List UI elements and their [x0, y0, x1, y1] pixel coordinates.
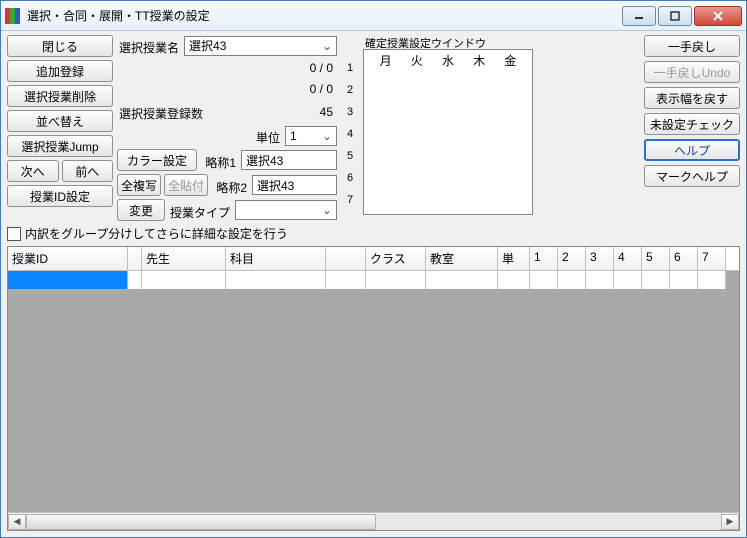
period-numbers: 1 2 3 4 5 6 7	[341, 35, 359, 221]
undo-redo-button[interactable]: 一手戻しUndo	[644, 61, 740, 83]
delete-selected-button[interactable]: 選択授業削除	[7, 85, 113, 107]
table-row[interactable]	[8, 271, 739, 289]
unit-label: 単位	[254, 125, 282, 146]
class-id-settings-button[interactable]: 授業ID設定	[7, 185, 113, 207]
maximize-button[interactable]	[658, 6, 692, 26]
scroll-thumb[interactable]	[26, 514, 376, 530]
selected-class-name-select[interactable]: 選択43 ⌄	[184, 36, 337, 56]
col-7[interactable]: 7	[698, 247, 726, 270]
grid-header: 授業ID 先生 科目 クラス 教室 単 1 2 3 4 5 6 7	[8, 247, 739, 271]
window-title: 選択・合同・展開・TT授業の設定	[27, 7, 622, 24]
undo-button[interactable]: 一手戻し	[644, 35, 740, 57]
col-blank-2[interactable]	[326, 247, 366, 270]
col-5[interactable]: 5	[642, 247, 670, 270]
change-button[interactable]: 変更	[117, 199, 165, 221]
col-3[interactable]: 3	[586, 247, 614, 270]
abbr1-label: 略称1	[200, 150, 238, 171]
selected-cell[interactable]	[8, 271, 128, 289]
add-register-button[interactable]: 追加登録	[7, 60, 113, 82]
unit-value: 1	[290, 129, 297, 143]
scroll-track[interactable]	[26, 514, 721, 530]
scroll-right-button[interactable]: ▶	[721, 514, 739, 530]
help-button[interactable]: ヘルプ	[644, 139, 740, 161]
reg-count-value: 45	[320, 105, 337, 119]
reg-count-label: 選択授業登録数	[117, 101, 317, 122]
abbr1-field[interactable]: 選択43	[241, 150, 337, 170]
mark-help-button[interactable]: マークヘルプ	[644, 165, 740, 187]
next-button[interactable]: 次へ	[7, 160, 59, 182]
color-settings-button[interactable]: カラー設定	[117, 149, 197, 171]
col-teacher[interactable]: 先生	[142, 247, 226, 270]
day-headers: 月 火 水 木 金	[364, 50, 532, 71]
group-detail-checkbox[interactable]	[7, 227, 21, 241]
copy-all-button[interactable]: 全複写	[117, 174, 161, 196]
col-room[interactable]: 教室	[426, 247, 498, 270]
selected-class-name-value: 選択43	[189, 37, 226, 54]
abbr2-label: 略称2	[211, 175, 249, 196]
chevron-down-icon: ⌄	[320, 203, 334, 217]
minimize-button[interactable]	[622, 6, 656, 26]
chevron-down-icon: ⌄	[320, 39, 334, 53]
prev-button[interactable]: 前へ	[62, 160, 114, 182]
abbr2-field[interactable]: 選択43	[252, 175, 337, 195]
col-unit[interactable]: 単	[498, 247, 530, 270]
close-button[interactable]: 閉じる	[7, 35, 113, 57]
ratio-1: 0 / 0	[117, 59, 337, 77]
title-bar: 選択・合同・展開・TT授業の設定	[1, 1, 746, 31]
col-1[interactable]: 1	[530, 247, 558, 270]
class-type-label: 授業タイプ	[168, 200, 232, 221]
unit-select[interactable]: 1 ⌄	[285, 126, 337, 146]
unset-check-button[interactable]: 未設定チェック	[644, 113, 740, 135]
fixed-schedule-grid[interactable]: 月 火 水 木 金	[363, 49, 533, 215]
group-detail-label: 内訳をグループ分けしてさらに詳細な設定を行う	[25, 225, 288, 242]
ratio-2: 0 / 0	[117, 80, 337, 98]
horizontal-scrollbar[interactable]: ◀ ▶	[8, 512, 739, 530]
selected-class-name-label: 選択授業名	[117, 35, 181, 56]
close-window-button[interactable]	[694, 6, 742, 26]
col-4[interactable]: 4	[614, 247, 642, 270]
col-subject[interactable]: 科目	[226, 247, 326, 270]
col-6[interactable]: 6	[670, 247, 698, 270]
col-class-id[interactable]: 授業ID	[8, 247, 128, 270]
col-class[interactable]: クラス	[366, 247, 426, 270]
col-2[interactable]: 2	[558, 247, 586, 270]
class-type-select[interactable]: ⌄	[235, 200, 337, 220]
app-icon	[5, 8, 21, 24]
data-grid[interactable]: 授業ID 先生 科目 クラス 教室 単 1 2 3 4 5 6 7	[7, 246, 740, 531]
col-blank-1[interactable]	[128, 247, 142, 270]
jump-button[interactable]: 選択授業Jump	[7, 135, 113, 157]
reset-width-button[interactable]: 表示幅を戻す	[644, 87, 740, 109]
scroll-left-button[interactable]: ◀	[8, 514, 26, 530]
chevron-down-icon: ⌄	[320, 129, 334, 143]
sort-button[interactable]: 並べ替え	[7, 110, 113, 132]
paste-all-button[interactable]: 全貼付	[164, 174, 208, 196]
